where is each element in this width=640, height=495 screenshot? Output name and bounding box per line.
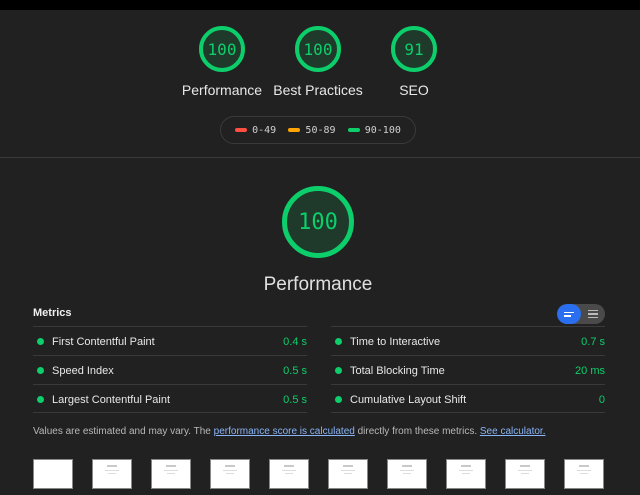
pass-dot-icon bbox=[335, 338, 342, 345]
metric-row: First Contentful Paint 0.4 s bbox=[33, 326, 307, 355]
metric-name: Time to Interactive bbox=[350, 336, 441, 348]
legend-range: 50-89 bbox=[305, 124, 336, 136]
metrics-column-right: Time to Interactive 0.7 s Total Blocking… bbox=[331, 326, 605, 413]
filmstrip bbox=[33, 459, 605, 489]
filmstrip-frame bbox=[505, 459, 545, 489]
section-divider bbox=[0, 157, 640, 158]
gauge-label: SEO bbox=[399, 82, 429, 98]
gauge-seo[interactable]: 91 SEO bbox=[354, 26, 474, 98]
main-score-ring: 100 bbox=[282, 186, 354, 258]
legend-range: 0-49 bbox=[252, 124, 277, 136]
filmstrip-frame bbox=[151, 459, 191, 489]
list-icon bbox=[564, 311, 574, 317]
metric-value: 20 ms bbox=[575, 365, 605, 377]
performance-score-link[interactable]: performance score is calculated bbox=[214, 426, 355, 437]
score-ring: 91 bbox=[391, 26, 437, 72]
legend-range: 90-100 bbox=[364, 124, 401, 136]
legend-average: 50-89 bbox=[288, 124, 336, 136]
compact-view-button[interactable] bbox=[557, 304, 581, 324]
metric-name: Total Blocking Time bbox=[350, 365, 445, 377]
orange-bar-icon bbox=[288, 128, 301, 132]
expanded-view-button[interactable] bbox=[581, 304, 605, 324]
top-bar bbox=[0, 0, 640, 10]
performance-main-gauge: 100 Performance bbox=[258, 186, 378, 296]
filmstrip-frame bbox=[269, 459, 309, 489]
metric-value: 0.5 s bbox=[283, 394, 307, 406]
metric-name: First Contentful Paint bbox=[52, 336, 155, 348]
filmstrip-frame bbox=[33, 459, 73, 489]
filmstrip-frame bbox=[564, 459, 604, 489]
pass-dot-icon bbox=[37, 367, 44, 374]
metrics-header: Metrics bbox=[33, 302, 605, 326]
filmstrip-frame bbox=[210, 459, 250, 489]
metrics-title: Metrics bbox=[33, 307, 72, 319]
metric-value: 0 bbox=[598, 394, 605, 406]
see-calculator-link[interactable]: See calculator. bbox=[480, 426, 546, 437]
note-prefix: Values are estimated and may vary. The bbox=[33, 426, 214, 437]
metric-row: Largest Contentful Paint 0.5 s bbox=[33, 384, 307, 413]
score-ring: 100 bbox=[199, 26, 245, 72]
main-gauge-label: Performance bbox=[263, 274, 373, 295]
pass-dot-icon bbox=[335, 396, 342, 403]
metric-row: Time to Interactive 0.7 s bbox=[331, 326, 605, 355]
score-ring: 100 bbox=[295, 26, 341, 72]
metric-row: Cumulative Layout Shift 0 bbox=[331, 384, 605, 413]
metric-name: Speed Index bbox=[52, 365, 114, 377]
metrics-column-left: First Contentful Paint 0.4 s Speed Index… bbox=[33, 326, 307, 413]
details-icon bbox=[588, 309, 598, 319]
metric-value: 0.5 s bbox=[283, 365, 307, 377]
metric-row: Total Blocking Time 20 ms bbox=[331, 355, 605, 384]
filmstrip-frame bbox=[92, 459, 132, 489]
legend-fail: 0-49 bbox=[235, 125, 276, 136]
legend-pass: 90-100 bbox=[347, 124, 401, 136]
metrics-note: Values are estimated and may vary. The p… bbox=[33, 426, 545, 437]
score-legend: 0-49 50-89 90-100 bbox=[220, 116, 416, 144]
filmstrip-frame bbox=[328, 459, 368, 489]
red-bar-icon bbox=[235, 128, 248, 132]
metric-row: Speed Index 0.5 s bbox=[33, 355, 307, 384]
metric-value: 0.4 s bbox=[283, 336, 307, 348]
metric-name: Cumulative Layout Shift bbox=[350, 394, 467, 406]
pass-dot-icon bbox=[335, 367, 342, 374]
metrics-view-toggle[interactable] bbox=[557, 304, 605, 324]
pass-dot-icon bbox=[37, 396, 44, 403]
filmstrip-frame bbox=[387, 459, 427, 489]
metric-value: 0.7 s bbox=[581, 336, 605, 348]
green-bar-icon bbox=[347, 128, 360, 132]
note-middle: directly from these metrics. bbox=[354, 426, 480, 437]
pass-dot-icon bbox=[37, 338, 44, 345]
metric-name: Largest Contentful Paint bbox=[52, 394, 171, 406]
filmstrip-frame bbox=[446, 459, 486, 489]
